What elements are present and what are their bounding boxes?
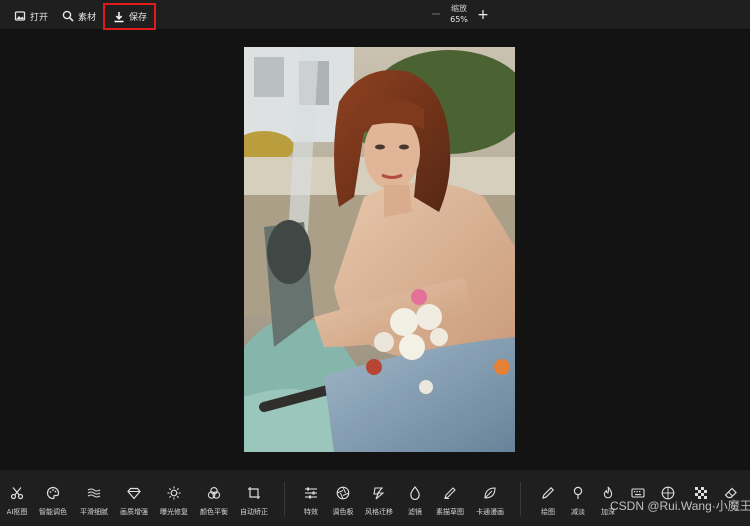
zoom-title: 缩放 — [451, 4, 467, 13]
tool-label: 平滑细腻 — [80, 508, 108, 516]
photo-image — [244, 47, 515, 452]
aperture-icon — [336, 486, 350, 500]
pencil-sketch-icon — [444, 487, 456, 499]
watermark: CSDN @Rui.Wang·小魔王 — [610, 499, 750, 513]
material-label: 素材 — [78, 12, 97, 23]
zoom-out-button[interactable]: − — [430, 8, 442, 21]
scissors-icon — [10, 487, 24, 500]
tool-palette[interactable]: 调色板 — [324, 486, 362, 522]
pen-icon — [542, 486, 555, 499]
tool-label: 调色板 — [332, 508, 354, 516]
tool-smooth[interactable]: 平滑细腻 — [75, 486, 113, 522]
sliders-icon — [305, 487, 317, 499]
waves-icon — [87, 488, 101, 498]
tool-sketch[interactable]: 素描草图 — [431, 486, 469, 522]
tool-color-balance[interactable]: 颜色平衡 — [195, 486, 233, 522]
image-icon — [14, 11, 26, 21]
top-toolbar: 打开 素材 保存 − 缩放 65% + — [0, 0, 750, 30]
leaf-icon — [484, 487, 496, 499]
download-icon — [114, 11, 124, 22]
drop-icon — [410, 486, 420, 500]
diamond-icon — [127, 487, 141, 500]
toolbar-divider — [284, 482, 285, 516]
tool-filter[interactable]: 滤镜 — [396, 486, 434, 522]
editor-canvas[interactable] — [0, 31, 750, 468]
zoom-control: − 缩放 65% + — [426, 3, 492, 27]
tool-label: 素描草图 — [436, 508, 464, 516]
zoom-value: 65% — [450, 15, 468, 24]
tool-smart-color[interactable]: 智能调色 — [34, 486, 72, 522]
tool-label: 风格迁移 — [365, 508, 393, 516]
save-label: 保存 — [129, 13, 148, 23]
tool-auto-correct[interactable]: 自动矫正 — [235, 486, 273, 522]
toolbar-divider — [520, 482, 521, 516]
zoom-in-button[interactable]: + — [476, 8, 490, 22]
tool-ai-cutout[interactable]: AI抠图 — [0, 486, 36, 522]
tool-label: 画质增强 — [120, 508, 148, 516]
tool-label: 智能调色 — [39, 508, 67, 516]
tool-label: 曝光修复 — [160, 508, 188, 516]
dodge-icon — [573, 486, 583, 499]
tool-cartoon[interactable]: 卡通漫画 — [471, 486, 509, 522]
circles-icon — [207, 487, 221, 499]
crop-icon — [248, 487, 260, 499]
save-button[interactable]: 保存 — [103, 3, 156, 30]
search-icon — [62, 10, 74, 22]
tool-label: AI抠图 — [6, 508, 28, 516]
open-button[interactable]: 打开 — [10, 5, 52, 27]
palette-icon — [46, 486, 60, 500]
style-icon — [373, 487, 385, 500]
tool-enhance[interactable]: 画质增强 — [115, 486, 153, 522]
edited-photo[interactable] — [244, 47, 515, 452]
tool-label: 滤镜 — [408, 508, 422, 516]
tool-label: 自动矫正 — [240, 508, 268, 516]
tool-label: 颜色平衡 — [200, 508, 228, 516]
tool-style-transfer[interactable]: 风格迁移 — [360, 486, 398, 522]
sun-icon — [167, 486, 181, 500]
tool-label: 卡通漫画 — [476, 508, 504, 516]
material-button[interactable]: 素材 — [58, 5, 100, 27]
tool-exposure[interactable]: 曝光修复 — [155, 486, 193, 522]
open-label: 打开 — [30, 12, 49, 23]
